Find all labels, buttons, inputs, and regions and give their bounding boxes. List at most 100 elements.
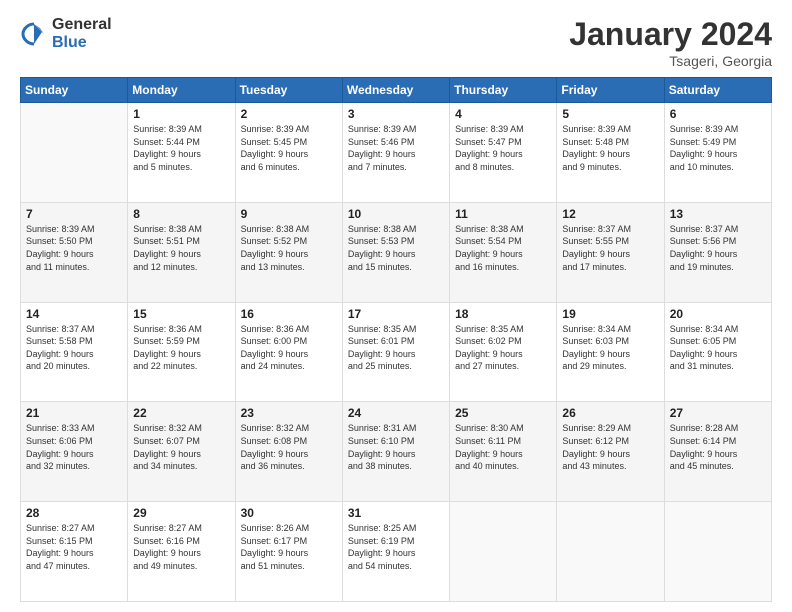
logo: General Blue [20,16,112,51]
day-number: 30 [241,506,337,520]
logo-blue: Blue [52,34,112,52]
day-number: 13 [670,207,766,221]
day-info: Sunrise: 8:35 AM Sunset: 6:01 PM Dayligh… [348,323,444,373]
table-row: 23Sunrise: 8:32 AM Sunset: 6:08 PM Dayli… [235,402,342,502]
table-row: 24Sunrise: 8:31 AM Sunset: 6:10 PM Dayli… [342,402,449,502]
table-row: 17 Sunrise: 8:35 AM Sunset: 6:01 PM Dayli… [342,302,449,402]
day-number: 10 [348,207,444,221]
table-row: 9 Sunrise: 8:38 AM Sunset: 5:52 PM Daylig… [235,202,342,302]
day-number: 27 [670,406,766,420]
day-number: 24 [348,406,444,420]
logo-text: General Blue [52,16,112,51]
day-number: 12 [562,207,658,221]
header-wednesday: Wednesday [342,78,449,103]
page: General Blue January 2024 Tsageri, Georg… [0,0,792,612]
table-row: 26 Sunrise: 8:29 AM Sunset: 6:12 PM Dayli… [557,402,664,502]
table-row: 14 Sunrise: 8:37 AM Sunset: 5:58 PM Dayli… [21,302,128,402]
day-info: Sunrise: 8:32 AM Sunset: 6:08 PM Dayligh… [241,422,337,472]
day-info: Sunrise: 8:29 AM Sunset: 6:12 PM Dayligh… [562,422,658,472]
table-row [557,502,664,602]
table-row: 22 Sunrise: 8:32 AM Sunset: 6:07 PM Dayli… [128,402,235,502]
table-row: 10 Sunrise: 8:38 AM Sunset: 5:53 PM Dayli… [342,202,449,302]
day-info: Sunrise: 8:27 AM Sunset: 6:15 PM Dayligh… [26,522,122,572]
day-number: 14 [26,307,122,321]
day-info: Sunrise: 8:38 AM Sunset: 5:51 PM Dayligh… [133,223,229,273]
table-row: 31Sunrise: 8:25 AM Sunset: 6:19 PM Dayli… [342,502,449,602]
day-info: Sunrise: 8:30 AM Sunset: 6:11 PM Dayligh… [455,422,551,472]
table-row: 6 Sunrise: 8:39 AM Sunset: 5:49 PM Daylig… [664,103,771,203]
day-number: 7 [26,207,122,221]
header-monday: Monday [128,78,235,103]
day-info: Sunrise: 8:34 AM Sunset: 6:03 PM Dayligh… [562,323,658,373]
header-sunday: Sunday [21,78,128,103]
day-info: Sunrise: 8:33 AM Sunset: 6:06 PM Dayligh… [26,422,122,472]
day-number: 18 [455,307,551,321]
table-row [450,502,557,602]
day-number: 25 [455,406,551,420]
day-info: Sunrise: 8:39 AM Sunset: 5:48 PM Dayligh… [562,123,658,173]
day-info: Sunrise: 8:38 AM Sunset: 5:53 PM Dayligh… [348,223,444,273]
day-info: Sunrise: 8:34 AM Sunset: 6:05 PM Dayligh… [670,323,766,373]
day-number: 9 [241,207,337,221]
table-row: 28Sunrise: 8:27 AM Sunset: 6:15 PM Dayli… [21,502,128,602]
table-row: 16Sunrise: 8:36 AM Sunset: 6:00 PM Dayli… [235,302,342,402]
table-row: 25 Sunrise: 8:30 AM Sunset: 6:11 PM Dayli… [450,402,557,502]
logo-icon [20,20,48,48]
day-number: 22 [133,406,229,420]
day-number: 21 [26,406,122,420]
day-info: Sunrise: 8:38 AM Sunset: 5:52 PM Dayligh… [241,223,337,273]
day-number: 20 [670,307,766,321]
day-number: 11 [455,207,551,221]
day-info: Sunrise: 8:39 AM Sunset: 5:45 PM Dayligh… [241,123,337,173]
day-info: Sunrise: 8:39 AM Sunset: 5:44 PM Dayligh… [133,123,229,173]
calendar-table: Sunday Monday Tuesday Wednesday Thursday… [20,77,772,602]
table-row: 8 Sunrise: 8:38 AM Sunset: 5:51 PM Daylig… [128,202,235,302]
day-info: Sunrise: 8:37 AM Sunset: 5:55 PM Dayligh… [562,223,658,273]
day-number: 19 [562,307,658,321]
table-row: 30 Sunrise: 8:26 AM Sunset: 6:17 PM Dayli… [235,502,342,602]
day-info: Sunrise: 8:27 AM Sunset: 6:16 PM Dayligh… [133,522,229,572]
day-number: 29 [133,506,229,520]
table-row [664,502,771,602]
day-number: 8 [133,207,229,221]
table-row: 1 Sunrise: 8:39 AM Sunset: 5:44 PM Daylig… [128,103,235,203]
day-number: 31 [348,506,444,520]
table-row: 5Sunrise: 8:39 AM Sunset: 5:48 PM Daylig… [557,103,664,203]
day-info: Sunrise: 8:39 AM Sunset: 5:46 PM Dayligh… [348,123,444,173]
day-info: Sunrise: 8:39 AM Sunset: 5:49 PM Dayligh… [670,123,766,173]
table-row: 29 Sunrise: 8:27 AM Sunset: 6:16 PM Dayli… [128,502,235,602]
table-row: 12 Sunrise: 8:37 AM Sunset: 5:55 PM Dayli… [557,202,664,302]
table-row: 3 Sunrise: 8:39 AM Sunset: 5:46 PM Daylig… [342,103,449,203]
table-row: 19 Sunrise: 8:34 AM Sunset: 6:03 PM Dayli… [557,302,664,402]
table-row: 15Sunrise: 8:36 AM Sunset: 5:59 PM Dayli… [128,302,235,402]
table-row [21,103,128,203]
table-row: 27 Sunrise: 8:28 AM Sunset: 6:14 PM Dayli… [664,402,771,502]
day-info: Sunrise: 8:36 AM Sunset: 6:00 PM Dayligh… [241,323,337,373]
table-row: 4Sunrise: 8:39 AM Sunset: 5:47 PM Daylig… [450,103,557,203]
table-row: 13Sunrise: 8:37 AM Sunset: 5:56 PM Dayli… [664,202,771,302]
header-tuesday: Tuesday [235,78,342,103]
table-row: 20 Sunrise: 8:34 AM Sunset: 6:05 PM Dayli… [664,302,771,402]
day-number: 17 [348,307,444,321]
header-saturday: Saturday [664,78,771,103]
title-location: Tsageri, Georgia [569,53,772,69]
day-info: Sunrise: 8:37 AM Sunset: 5:58 PM Dayligh… [26,323,122,373]
title-month: January 2024 [569,16,772,53]
day-info: Sunrise: 8:28 AM Sunset: 6:14 PM Dayligh… [670,422,766,472]
day-number: 26 [562,406,658,420]
day-number: 1 [133,107,229,121]
header-thursday: Thursday [450,78,557,103]
day-number: 3 [348,107,444,121]
day-info: Sunrise: 8:32 AM Sunset: 6:07 PM Dayligh… [133,422,229,472]
logo-general: General [52,16,112,34]
day-number: 2 [241,107,337,121]
calendar-header-row: Sunday Monday Tuesday Wednesday Thursday… [21,78,772,103]
day-number: 6 [670,107,766,121]
day-info: Sunrise: 8:39 AM Sunset: 5:50 PM Dayligh… [26,223,122,273]
day-info: Sunrise: 8:26 AM Sunset: 6:17 PM Dayligh… [241,522,337,572]
header: General Blue January 2024 Tsageri, Georg… [20,16,772,69]
day-info: Sunrise: 8:35 AM Sunset: 6:02 PM Dayligh… [455,323,551,373]
day-info: Sunrise: 8:39 AM Sunset: 5:47 PM Dayligh… [455,123,551,173]
table-row: 2 Sunrise: 8:39 AM Sunset: 5:45 PM Daylig… [235,103,342,203]
table-row: 7 Sunrise: 8:39 AM Sunset: 5:50 PM Daylig… [21,202,128,302]
